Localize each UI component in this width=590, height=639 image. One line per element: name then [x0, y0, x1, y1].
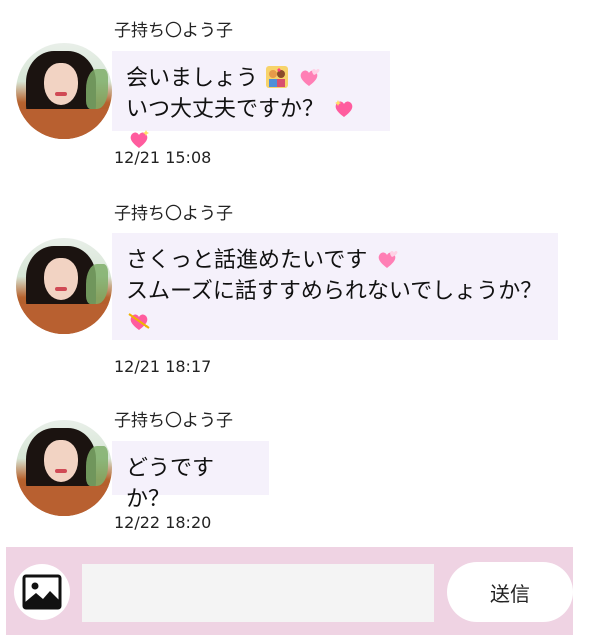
message-input-bar: 送信: [6, 547, 573, 635]
message-line: 会いましょう: [126, 66, 259, 91]
message-line: さくっと話進めたいです: [126, 248, 368, 273]
image-icon: [22, 574, 62, 610]
message-timestamp: 12/21 18:17: [114, 357, 212, 376]
two-hearts-icon: [379, 251, 398, 268]
avatar[interactable]: [16, 420, 112, 516]
sparkling-heart-icon: [335, 100, 353, 117]
avatar[interactable]: [16, 238, 112, 334]
message-bubble: さくっと話進めたいです スムーズに話すすめられないでしょうか？: [112, 233, 558, 340]
message-line: スムーズに話すすめられないでしょうか？: [126, 279, 543, 304]
message-bubble: どうですか？: [112, 441, 269, 512]
sender-name: 子持ち〇よう子: [114, 21, 233, 41]
message-input[interactable]: [82, 564, 434, 622]
couple-kissing-icon: [266, 66, 289, 88]
message-timestamp: 12/21 15:08: [114, 148, 212, 167]
sender-name: 子持ち〇よう子: [114, 204, 233, 224]
heart-with-arrow-icon: [128, 313, 150, 330]
avatar[interactable]: [16, 43, 112, 139]
message-timestamp: 12/22 18:20: [114, 513, 212, 532]
two-hearts-icon: [300, 69, 320, 86]
send-button[interactable]: 送信: [447, 562, 573, 622]
message-line: いつ大丈夫ですか？: [126, 97, 325, 122]
chat-thread: 子持ち〇よう子 会いましょう いつ大丈夫ですか？ 12/21 15:08 子持ち…: [0, 0, 590, 639]
image-upload-button[interactable]: [14, 564, 70, 620]
message-line: どうですか？: [126, 456, 215, 512]
sparkling-heart-icon: [130, 130, 149, 148]
message-bubble: 会いましょう いつ大丈夫ですか？: [112, 51, 390, 148]
sender-name: 子持ち〇よう子: [114, 411, 233, 431]
